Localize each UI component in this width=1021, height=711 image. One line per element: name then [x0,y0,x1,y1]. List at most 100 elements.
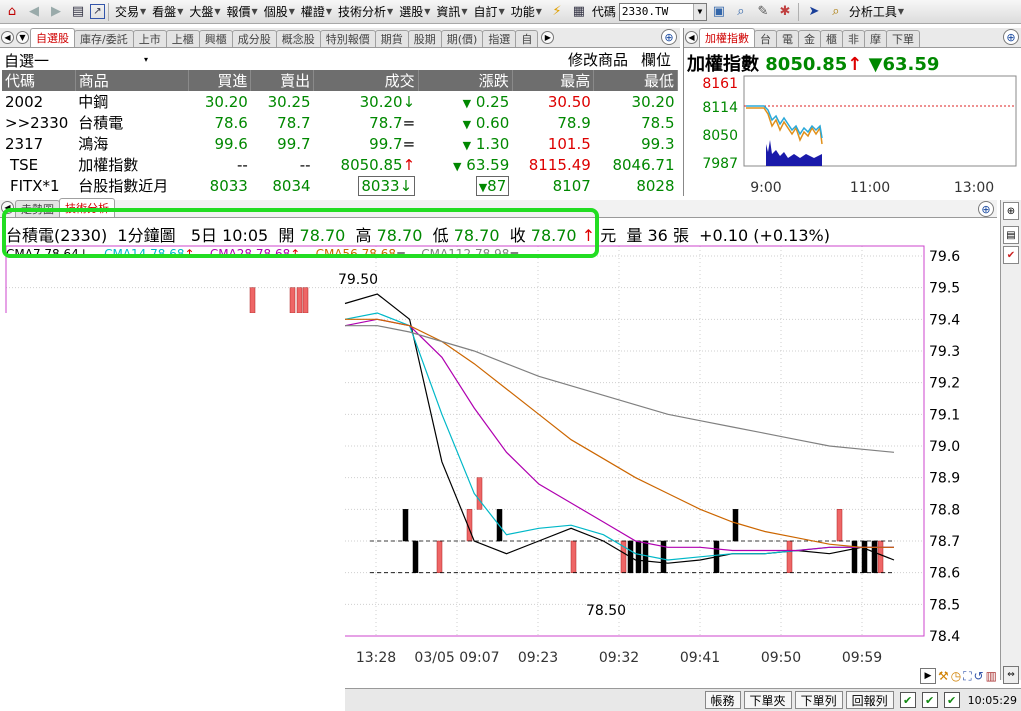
column-header[interactable]: 商品 [75,70,189,91]
cursor-icon[interactable]: ➤ [804,3,824,21]
tab-components[interactable]: 成分股 [231,30,277,47]
back-icon[interactable]: ◀ [24,3,44,21]
tab-order[interactable]: 下單 [886,30,920,47]
print-icon[interactable]: ▤ [68,3,88,21]
tab-self[interactable]: 自 [515,30,539,47]
chart-type-icon[interactable]: ⚒ [938,669,949,683]
tab-favorites[interactable]: 自選股 [30,28,75,47]
triangle-down-icon: ▼ [462,96,472,110]
chevron-down-icon[interactable]: ▼ [692,3,706,20]
tab-inventory[interactable]: 庫存/委託 [74,30,134,47]
column-header[interactable]: 漲跌 [418,70,513,91]
zoom-icon[interactable]: ⊕ [1003,202,1019,220]
tab-msci[interactable]: 摩 [864,30,887,47]
columns-button[interactable]: 欄位 [641,49,671,70]
external-link-icon[interactable]: ↗ [90,4,105,19]
menu-watch[interactable]: 看盤 ▼ [149,3,186,20]
checkbox[interactable]: ✔ [921,692,938,708]
tab-finance[interactable]: 金 [798,30,821,47]
analysis-tools-menu[interactable]: 分析工具 ▼ [846,3,907,20]
lightning-icon[interactable]: ⚡ [547,3,567,21]
tab-special-quote[interactable]: 特別報價 [319,30,376,47]
zoom-icon[interactable]: ⊕ [1003,29,1019,45]
stamp-icon[interactable]: ✱ [775,3,795,21]
search-icon[interactable]: ⌕ [731,3,751,21]
tab-concept[interactable]: 概念股 [275,30,321,47]
menu-label: 報價 [226,5,251,19]
index-headline: 加權指數 8050.85↑ ▼63.59 [687,50,939,76]
tab-index-options[interactable]: 指選 [482,30,517,47]
menu-trade[interactable]: 交易 ▼ [112,3,149,20]
refresh-icon[interactable]: ↺ [974,669,984,683]
table-row[interactable]: 2317 鴻海 99.6 99.7 99.7= ▼ 1.30 101.5 99.… [2,133,678,154]
tab-otc-index[interactable]: 櫃 [820,30,843,47]
mini-y-tick: 7987 [702,156,738,172]
tab-futures[interactable]: 期貨 [374,30,409,47]
tab-stock-futures[interactable]: 股期 [407,30,442,47]
table-row[interactable]: TSE 加權指數 -- -- 8050.85↑ ▼ 63.59 8115.49 … [2,154,678,175]
menu-info[interactable]: 資訊 ▼ [433,3,470,20]
tab-taiex[interactable]: 加權指數 [699,28,755,47]
menu-function[interactable]: 功能 ▼ [508,3,545,20]
menu-screener[interactable]: 選股 ▼ [396,3,433,20]
expand-icon[interactable]: ⛶ [963,669,971,684]
tab-listed[interactable]: 上市 [132,30,167,47]
check-icon[interactable]: ✔ [1003,246,1019,264]
account-button[interactable]: 帳務 [704,691,741,709]
last-value: 30.20 [359,92,403,111]
clock-icon[interactable]: ◷ [951,669,961,683]
column-header[interactable]: 最低 [593,70,678,91]
tab-futures-price[interactable]: 期(價) [440,30,484,47]
low-cell: 8046.71 [612,155,675,174]
order-bar-button[interactable]: 下單列 [794,691,843,709]
chevron-down-icon: ▼ [424,7,431,16]
trough-price-label: 78.50 [586,603,626,619]
column-header[interactable]: 買進 [188,70,252,91]
menu-custom[interactable]: 自訂 ▼ [471,3,508,20]
menu-warrant[interactable]: 權證 ▼ [298,3,335,20]
chevron-down-icon[interactable]: ▼ [16,31,29,44]
report-bar-button[interactable]: 回報列 [845,691,894,709]
group-select[interactable]: 自選一 ▾ [4,50,154,71]
x-tick-label: 09:23 [518,650,558,666]
forward-icon[interactable]: ▶ [46,3,66,21]
chevron-left-icon[interactable]: ◀ [1,31,14,44]
bar-chart-icon[interactable]: ▥ [986,669,997,683]
table-row[interactable]: 2002 中鋼 30.20 30.25 30.20↓ ▼ 0.25 30.50 … [2,91,678,112]
tab-otc[interactable]: 上櫃 [165,30,200,47]
menu-market[interactable]: 大盤 ▼ [186,3,223,20]
edit-items-button[interactable]: 修改商品 [568,49,628,70]
grid-icon[interactable]: ▣ [709,3,729,21]
side-tab[interactable]: ▤ [1003,226,1019,244]
tools-icon[interactable]: ✎ [753,3,773,21]
last-value: 8033 [361,176,400,195]
menu-stock[interactable]: 個股 ▼ [261,3,298,20]
chevron-left-icon[interactable]: ◀ [685,31,698,44]
tab-tw[interactable]: 台 [754,30,777,47]
chevron-right-icon[interactable]: ▶ [541,31,555,44]
column-header[interactable]: 成交 [313,70,419,91]
scroll-right-icon[interactable]: ▶ [919,668,936,684]
mini-y-tick: 8161 [702,76,738,92]
column-header[interactable]: 賣出 [250,70,315,91]
column-header[interactable]: 最高 [512,70,595,91]
bid-cell: 78.6 [214,113,248,132]
tab-electronics[interactable]: 電 [776,30,799,47]
tab-emerging[interactable]: 興櫃 [198,30,233,47]
calendar-icon[interactable]: ▦ [569,3,589,21]
checkbox[interactable]: ✔ [899,692,916,708]
checkbox[interactable]: ✔ [943,692,960,708]
menu-quote[interactable]: 報價 ▼ [224,3,261,20]
table-row[interactable]: >>2330 台積電 78.6 78.7 78.7= ▼ 0.60 78.9 7… [2,112,678,133]
menu-technical[interactable]: 技術分析 ▼ [335,3,396,20]
order-folder-button[interactable]: 下單夾 [743,691,792,709]
tab-non-finance[interactable]: 非 [842,30,865,47]
home-icon[interactable]: ⌂ [2,3,22,21]
search-icon[interactable]: ⌕ [826,3,846,21]
code-input[interactable]: 2330.TW ▼ [618,2,707,21]
chevron-down-icon: ▼ [288,7,295,16]
table-row[interactable]: FITX*1 台股指數近月 8033 8034 8033↓ ▼87 8107 8… [2,175,678,196]
column-header[interactable]: 代碼 [2,70,76,91]
resize-icon[interactable]: ⇔ [1003,666,1019,684]
zoom-icon[interactable]: ⊕ [661,29,677,45]
